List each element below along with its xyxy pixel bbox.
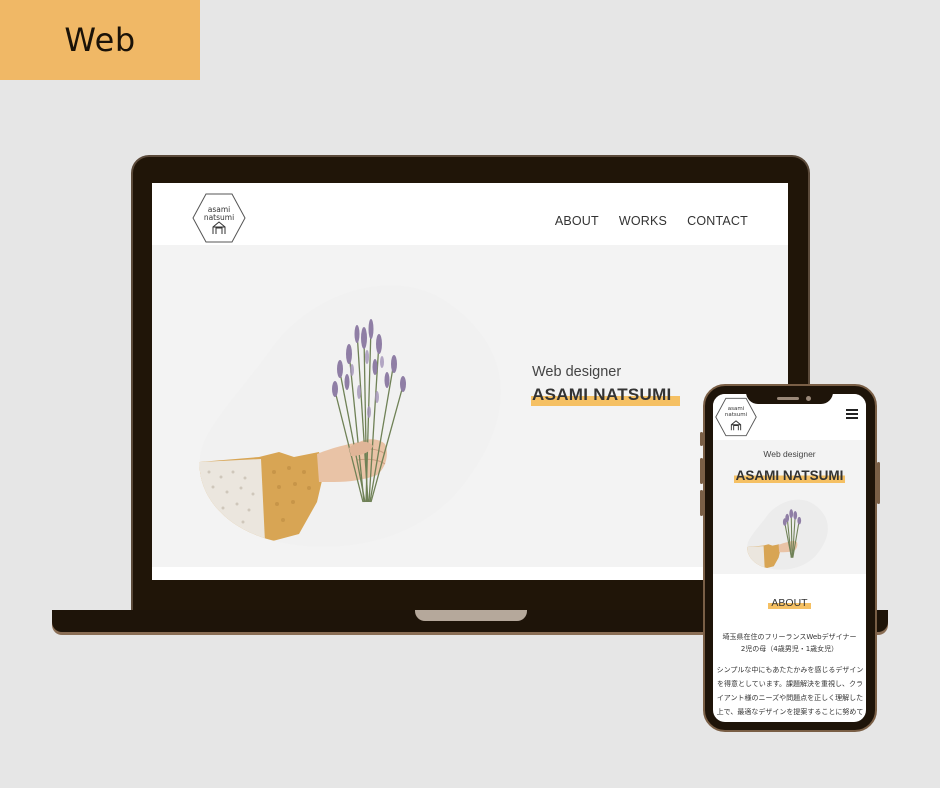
mobile-about-line-1: 埼玉県在住のフリーランスWebデザイナー bbox=[722, 633, 857, 641]
hamburger-icon[interactable] bbox=[846, 409, 858, 419]
phone-button-left-3 bbox=[700, 490, 703, 516]
nav-about[interactable]: ABOUT bbox=[555, 214, 599, 228]
hero-image bbox=[199, 285, 501, 547]
main-nav: ABOUT WORKS CONTACT bbox=[555, 214, 748, 228]
phone-notch bbox=[746, 386, 833, 404]
hero-bottom-strip bbox=[152, 567, 788, 580]
logo-line-2: natsumi bbox=[203, 213, 235, 222]
mobile-hero: Web designer ASAMI NATSUMI bbox=[713, 440, 866, 574]
hero-subtitle: Web designer bbox=[532, 364, 622, 380]
mobile-logo-line-2: natsumi bbox=[724, 412, 748, 418]
site-header: asami natsumi ABOUT WORKS CONTACT bbox=[152, 183, 788, 245]
mobile-about-intro: 埼玉県在住のフリーランスWebデザイナー 2児の母（4歳男児・1歳女児） bbox=[717, 631, 862, 655]
category-tag-label: Web bbox=[64, 21, 136, 59]
phone-camera bbox=[806, 396, 811, 401]
mobile-hero-name: ASAMI NATSUMI bbox=[733, 468, 846, 483]
laptop-notch bbox=[415, 610, 527, 621]
phone-button-left-1 bbox=[700, 432, 703, 446]
nav-works[interactable]: WORKS bbox=[619, 214, 667, 228]
phone-button-right bbox=[877, 462, 880, 504]
mobile-hero-subtitle: Web designer bbox=[763, 449, 816, 459]
logo-text: asami natsumi bbox=[192, 206, 246, 222]
phone-screen: asami natsumi Web designer ASAMI NATSUMI bbox=[713, 394, 866, 722]
laptop-screen: asami natsumi ABOUT WORKS CONTACT Web de… bbox=[152, 183, 788, 580]
mobile-logo-text: asami natsumi bbox=[715, 406, 757, 418]
category-tag: Web bbox=[0, 0, 200, 80]
hero-section: Web designer ASAMI NATSUMI bbox=[152, 245, 788, 567]
mobile-about-paragraph: シンプルな中にもあたたかみを感じるデザインを得意としています。課題解決を重視し、… bbox=[716, 666, 864, 716]
mobile-about-line-2: 2児の母（4歳男児・1歳女児） bbox=[740, 645, 839, 653]
mobile-hero-image bbox=[747, 499, 828, 570]
nav-contact[interactable]: CONTACT bbox=[687, 214, 748, 228]
phone-speaker bbox=[777, 397, 799, 400]
phone-button-left-2 bbox=[700, 458, 703, 484]
mobile-about-heading: ABOUT bbox=[768, 597, 811, 609]
hero-name: ASAMI NATSUMI bbox=[531, 385, 680, 406]
